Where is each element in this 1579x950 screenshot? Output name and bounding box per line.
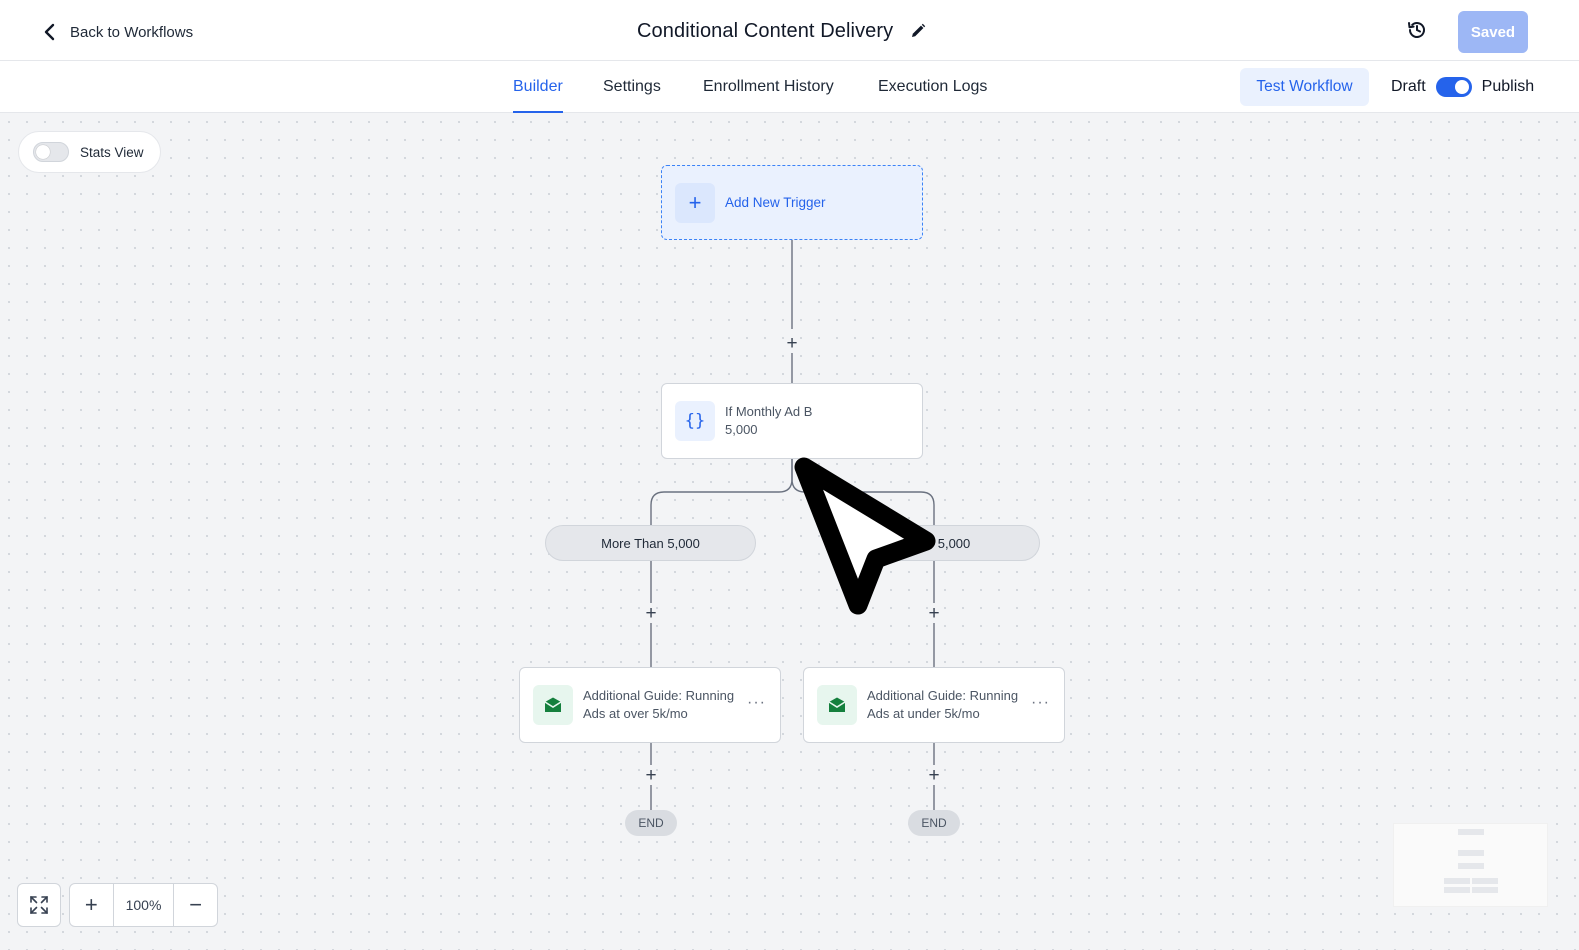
tab-builder[interactable]: Builder <box>513 61 563 113</box>
publish-toggle[interactable] <box>1435 77 1472 97</box>
add-trigger-card[interactable]: + Add New Trigger <box>661 165 923 240</box>
workflow-title-area: Conditional Content Delivery <box>637 17 927 45</box>
publish-toggle-group: Draft Publish <box>1391 75 1534 99</box>
email-action-line2: Ads at under 5k/mo <box>867 706 980 721</box>
branch-more-than-5000[interactable]: More Than 5,000 <box>545 525 756 561</box>
braces-icon: {} <box>675 401 715 441</box>
workflow-title: Conditional Content Delivery <box>637 19 894 42</box>
publish-label: Publish <box>1481 78 1535 95</box>
fit-screen-icon[interactable] <box>17 883 61 927</box>
add-step-plus[interactable]: + <box>642 604 660 623</box>
condition-label-line1: If Monthly Ad B <box>725 404 813 419</box>
plus-icon: + <box>675 182 715 223</box>
zoom-out-button[interactable]: − <box>174 884 217 926</box>
tab-settings[interactable]: Settings <box>603 61 661 113</box>
email-action-line2: Ads at over 5k/mo <box>583 706 688 721</box>
email-action-line1: Additional Guide: Running <box>583 688 735 703</box>
end-node: END <box>908 810 960 836</box>
add-step-plus[interactable]: + <box>925 604 943 623</box>
chevron-left-icon <box>44 23 55 41</box>
email-icon <box>817 685 857 725</box>
email-icon <box>533 685 573 725</box>
zoom-level: 100% <box>112 884 175 926</box>
more-options-icon[interactable]: ··· <box>747 694 766 712</box>
email-action-line1: Additional Guide: Running <box>867 688 1019 703</box>
zoom-in-button[interactable]: + <box>70 884 113 926</box>
email-action-card[interactable]: Additional Guide: Running Ads at under 5… <box>803 667 1065 743</box>
add-step-plus[interactable]: + <box>925 766 943 785</box>
draft-label: Draft <box>1391 78 1426 95</box>
condition-label: If Monthly Ad B 5,000 <box>725 403 812 439</box>
tab-enrollment-history[interactable]: Enrollment History <box>703 61 834 113</box>
email-action-card[interactable]: Additional Guide: Running Ads at over 5k… <box>519 667 781 743</box>
back-to-workflows-link[interactable]: Back to Workflows <box>40 20 193 44</box>
zoom-controls: + 100% − <box>69 883 218 927</box>
history-icon[interactable] <box>1404 17 1430 43</box>
email-action-label: Additional Guide: Running Ads at under 5… <box>867 687 1018 723</box>
end-node: END <box>625 810 677 836</box>
test-workflow-button[interactable]: Test Workflow <box>1240 68 1369 106</box>
condition-card[interactable]: {} If Monthly Ad B 5,000 <box>661 383 923 459</box>
add-step-plus[interactable]: + <box>642 766 660 785</box>
pencil-icon[interactable] <box>909 22 927 40</box>
more-options-icon[interactable]: ··· <box>1031 694 1050 712</box>
tab-execution-logs[interactable]: Execution Logs <box>878 61 987 113</box>
condition-label-line2: 5,000 <box>725 422 758 437</box>
email-action-label: Additional Guide: Running Ads at over 5k… <box>583 687 734 723</box>
minimap[interactable] <box>1393 823 1548 907</box>
top-header: Back to Workflows Conditional Content De… <box>0 0 1579 61</box>
add-step-plus[interactable]: + <box>783 334 801 353</box>
workflow-canvas[interactable]: Stats View + Add New Trigger + {} If Mon… <box>0 113 1579 950</box>
branch-under-5000[interactable]: Under 5,000 <box>829 525 1040 561</box>
add-trigger-label: Add New Trigger <box>725 194 826 210</box>
tabs-bar: Builder Settings Enrollment History Exec… <box>0 61 1579 113</box>
back-label: Back to Workflows <box>70 23 194 41</box>
saved-button[interactable]: Saved <box>1458 11 1528 53</box>
